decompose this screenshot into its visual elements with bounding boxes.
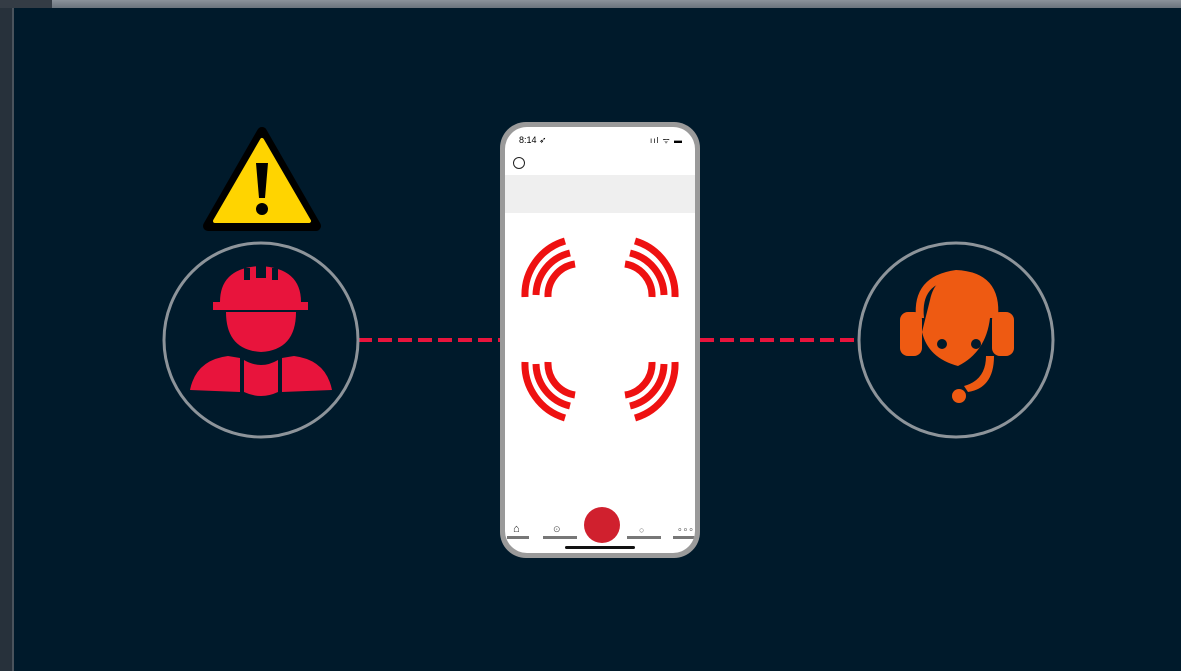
smartphone: 8:14 ➶ ııl ᯤ ▬ ⌂ ⊙ ○ ∘∘∘	[500, 122, 700, 558]
phone-screen: 8:14 ➶ ııl ᯤ ▬ ⌂ ⊙ ○ ∘∘∘	[505, 127, 695, 553]
warning-triangle-icon	[203, 127, 321, 231]
home-indicator	[565, 546, 635, 549]
home-tab-icon[interactable]: ⌂	[513, 523, 520, 535]
sos-alert-button[interactable]	[584, 507, 620, 543]
tab-divider	[627, 536, 661, 539]
tab-divider	[507, 536, 529, 539]
chat-tab-icon[interactable]: ○	[639, 525, 644, 535]
more-tab-icon[interactable]: ∘∘∘	[677, 524, 694, 535]
tab-divider	[673, 536, 695, 539]
tab-divider	[543, 536, 577, 539]
radio-signal-icon	[521, 237, 679, 422]
location-tab-icon[interactable]: ⊙	[553, 524, 561, 535]
